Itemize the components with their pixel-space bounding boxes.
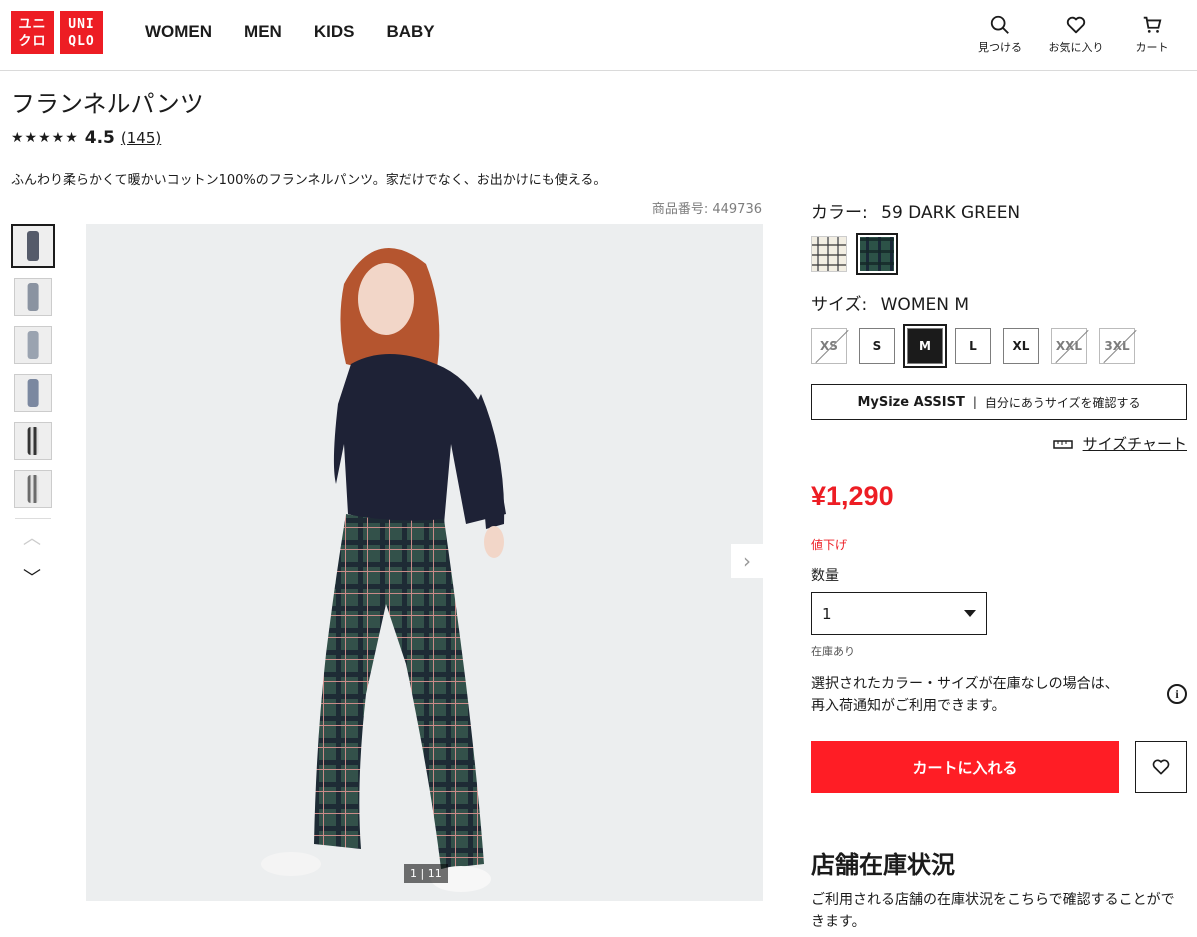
- product-number: 商品番号: 449736: [651, 202, 762, 217]
- store-stock-text: ご利用される店舗の在庫状況をこちらで確認することができます。: [811, 892, 1175, 930]
- search-icon: [990, 15, 1009, 34]
- thumbnail-1[interactable]: [11, 224, 55, 268]
- uniqlo-logo[interactable]: ユニ クロ UNI QLO: [11, 11, 103, 54]
- color-label: カラー:: [811, 203, 868, 223]
- ruler-icon: [1052, 439, 1073, 449]
- caret-down-icon: [964, 610, 976, 617]
- nav-baby[interactable]: BABY: [386, 22, 434, 42]
- cart-label: カート: [1135, 41, 1169, 54]
- chevron-right-icon: ›: [743, 549, 751, 573]
- rating-value: 4.5: [84, 128, 115, 148]
- size-value: WOMEN M: [880, 295, 970, 315]
- color-value: 59 DARK GREEN: [881, 203, 1021, 223]
- mysize-text: 自分にあうサイズを確認する: [984, 395, 1141, 410]
- image-counter: 1 | 11: [404, 864, 448, 883]
- thumbnail-2[interactable]: [14, 278, 52, 316]
- nav-women[interactable]: WOMEN: [145, 22, 212, 42]
- restock-notice-line1: 選択されたカラー・サイズが在庫なしの場合は、: [811, 676, 1119, 692]
- color-swatch-dark-green[interactable]: [856, 233, 898, 275]
- star-rating-icon: ★★★★★: [11, 130, 79, 146]
- thumbnail-5[interactable]: [14, 422, 52, 460]
- thumbnail-list: ︿ ﹀: [11, 224, 55, 599]
- info-icon[interactable]: i: [1167, 684, 1187, 704]
- review-count-link[interactable]: (145): [121, 129, 161, 147]
- next-image-button[interactable]: ›: [731, 544, 763, 578]
- logo-katakana: ユニ クロ: [11, 11, 54, 54]
- cart-button[interactable]: カート: [1123, 14, 1181, 55]
- product-rating: ★★★★★ 4.5 (145): [11, 128, 161, 148]
- product-title: フランネルパンツ: [11, 90, 204, 118]
- color-swatch-cream[interactable]: [811, 236, 847, 272]
- sale-tag: 値下げ: [811, 538, 848, 552]
- quantity-value: 1: [822, 604, 832, 623]
- restock-notice: 選択されたカラー・サイズが在庫なしの場合は、 再入荷通知がご利用できます。: [811, 673, 1151, 717]
- thumbnail-3[interactable]: [14, 326, 52, 364]
- size-chart-label: サイズチャート: [1082, 435, 1187, 453]
- size-s[interactable]: S: [859, 328, 895, 364]
- nav-kids[interactable]: KIDS: [314, 22, 355, 42]
- chevron-up-icon[interactable]: ︿: [23, 519, 55, 559]
- favorites-label: お気に入り: [1048, 41, 1104, 54]
- size-xxl[interactable]: XXL: [1051, 328, 1087, 364]
- price: ¥1,290: [811, 481, 894, 511]
- size-row: サイズ: WOMEN M: [811, 290, 969, 315]
- quantity-label: 数量: [811, 568, 839, 584]
- heart-icon: [1152, 759, 1170, 775]
- thumbnail-6[interactable]: [14, 470, 52, 508]
- add-to-favorites-button[interactable]: [1135, 741, 1187, 793]
- mysize-assist-button[interactable]: MySize ASSIST | 自分にあうサイズを確認する: [811, 384, 1187, 420]
- heart-icon: [1066, 16, 1086, 34]
- search-label: 見つける: [978, 41, 1022, 54]
- color-row: カラー: 59 DARK GREEN: [811, 198, 1020, 223]
- stock-status: 在庫あり: [811, 645, 855, 658]
- size-options: XS S M L XL XXL 3XL: [811, 324, 1135, 368]
- nav-men[interactable]: MEN: [244, 22, 282, 42]
- size-m[interactable]: M: [903, 324, 947, 368]
- header-actions: 見つける お気に入り カート: [971, 14, 1181, 55]
- chevron-down-icon[interactable]: ﹀: [23, 559, 55, 599]
- store-stock-title: 店舗在庫状況: [811, 851, 955, 879]
- mysize-title: MySize ASSIST: [857, 394, 965, 410]
- restock-notice-line2: 再入荷通知がご利用できます。: [811, 698, 1006, 714]
- main-product-image[interactable]: › 1 | 11: [86, 224, 763, 901]
- size-label: サイズ:: [811, 295, 868, 315]
- site-header: ユニ クロ UNI QLO WOMEN MEN KIDS BABY 見つける お気に…: [0, 0, 1197, 71]
- cart-icon: [1143, 16, 1162, 33]
- thumbnail-4[interactable]: [14, 374, 52, 412]
- main-nav: WOMEN MEN KIDS BABY: [145, 22, 467, 42]
- size-3xl[interactable]: 3XL: [1099, 328, 1135, 364]
- size-xs[interactable]: XS: [811, 328, 847, 364]
- favorites-button[interactable]: お気に入り: [1047, 14, 1105, 55]
- size-l[interactable]: L: [955, 328, 991, 364]
- logo-latin: UNI QLO: [60, 11, 103, 54]
- add-to-cart-button[interactable]: カートに入れる: [811, 741, 1119, 793]
- size-chart-link[interactable]: サイズチャート: [1052, 433, 1187, 454]
- model-illustration: [261, 248, 506, 892]
- search-button[interactable]: 見つける: [971, 14, 1029, 55]
- mysize-divider: |: [972, 395, 977, 409]
- size-xl[interactable]: XL: [1003, 328, 1039, 364]
- quantity-select[interactable]: 1: [811, 592, 987, 635]
- product-description: ふんわり柔らかくて暖かいコットン100%のフランネルパンツ。家だけでなく、お出か…: [11, 173, 607, 188]
